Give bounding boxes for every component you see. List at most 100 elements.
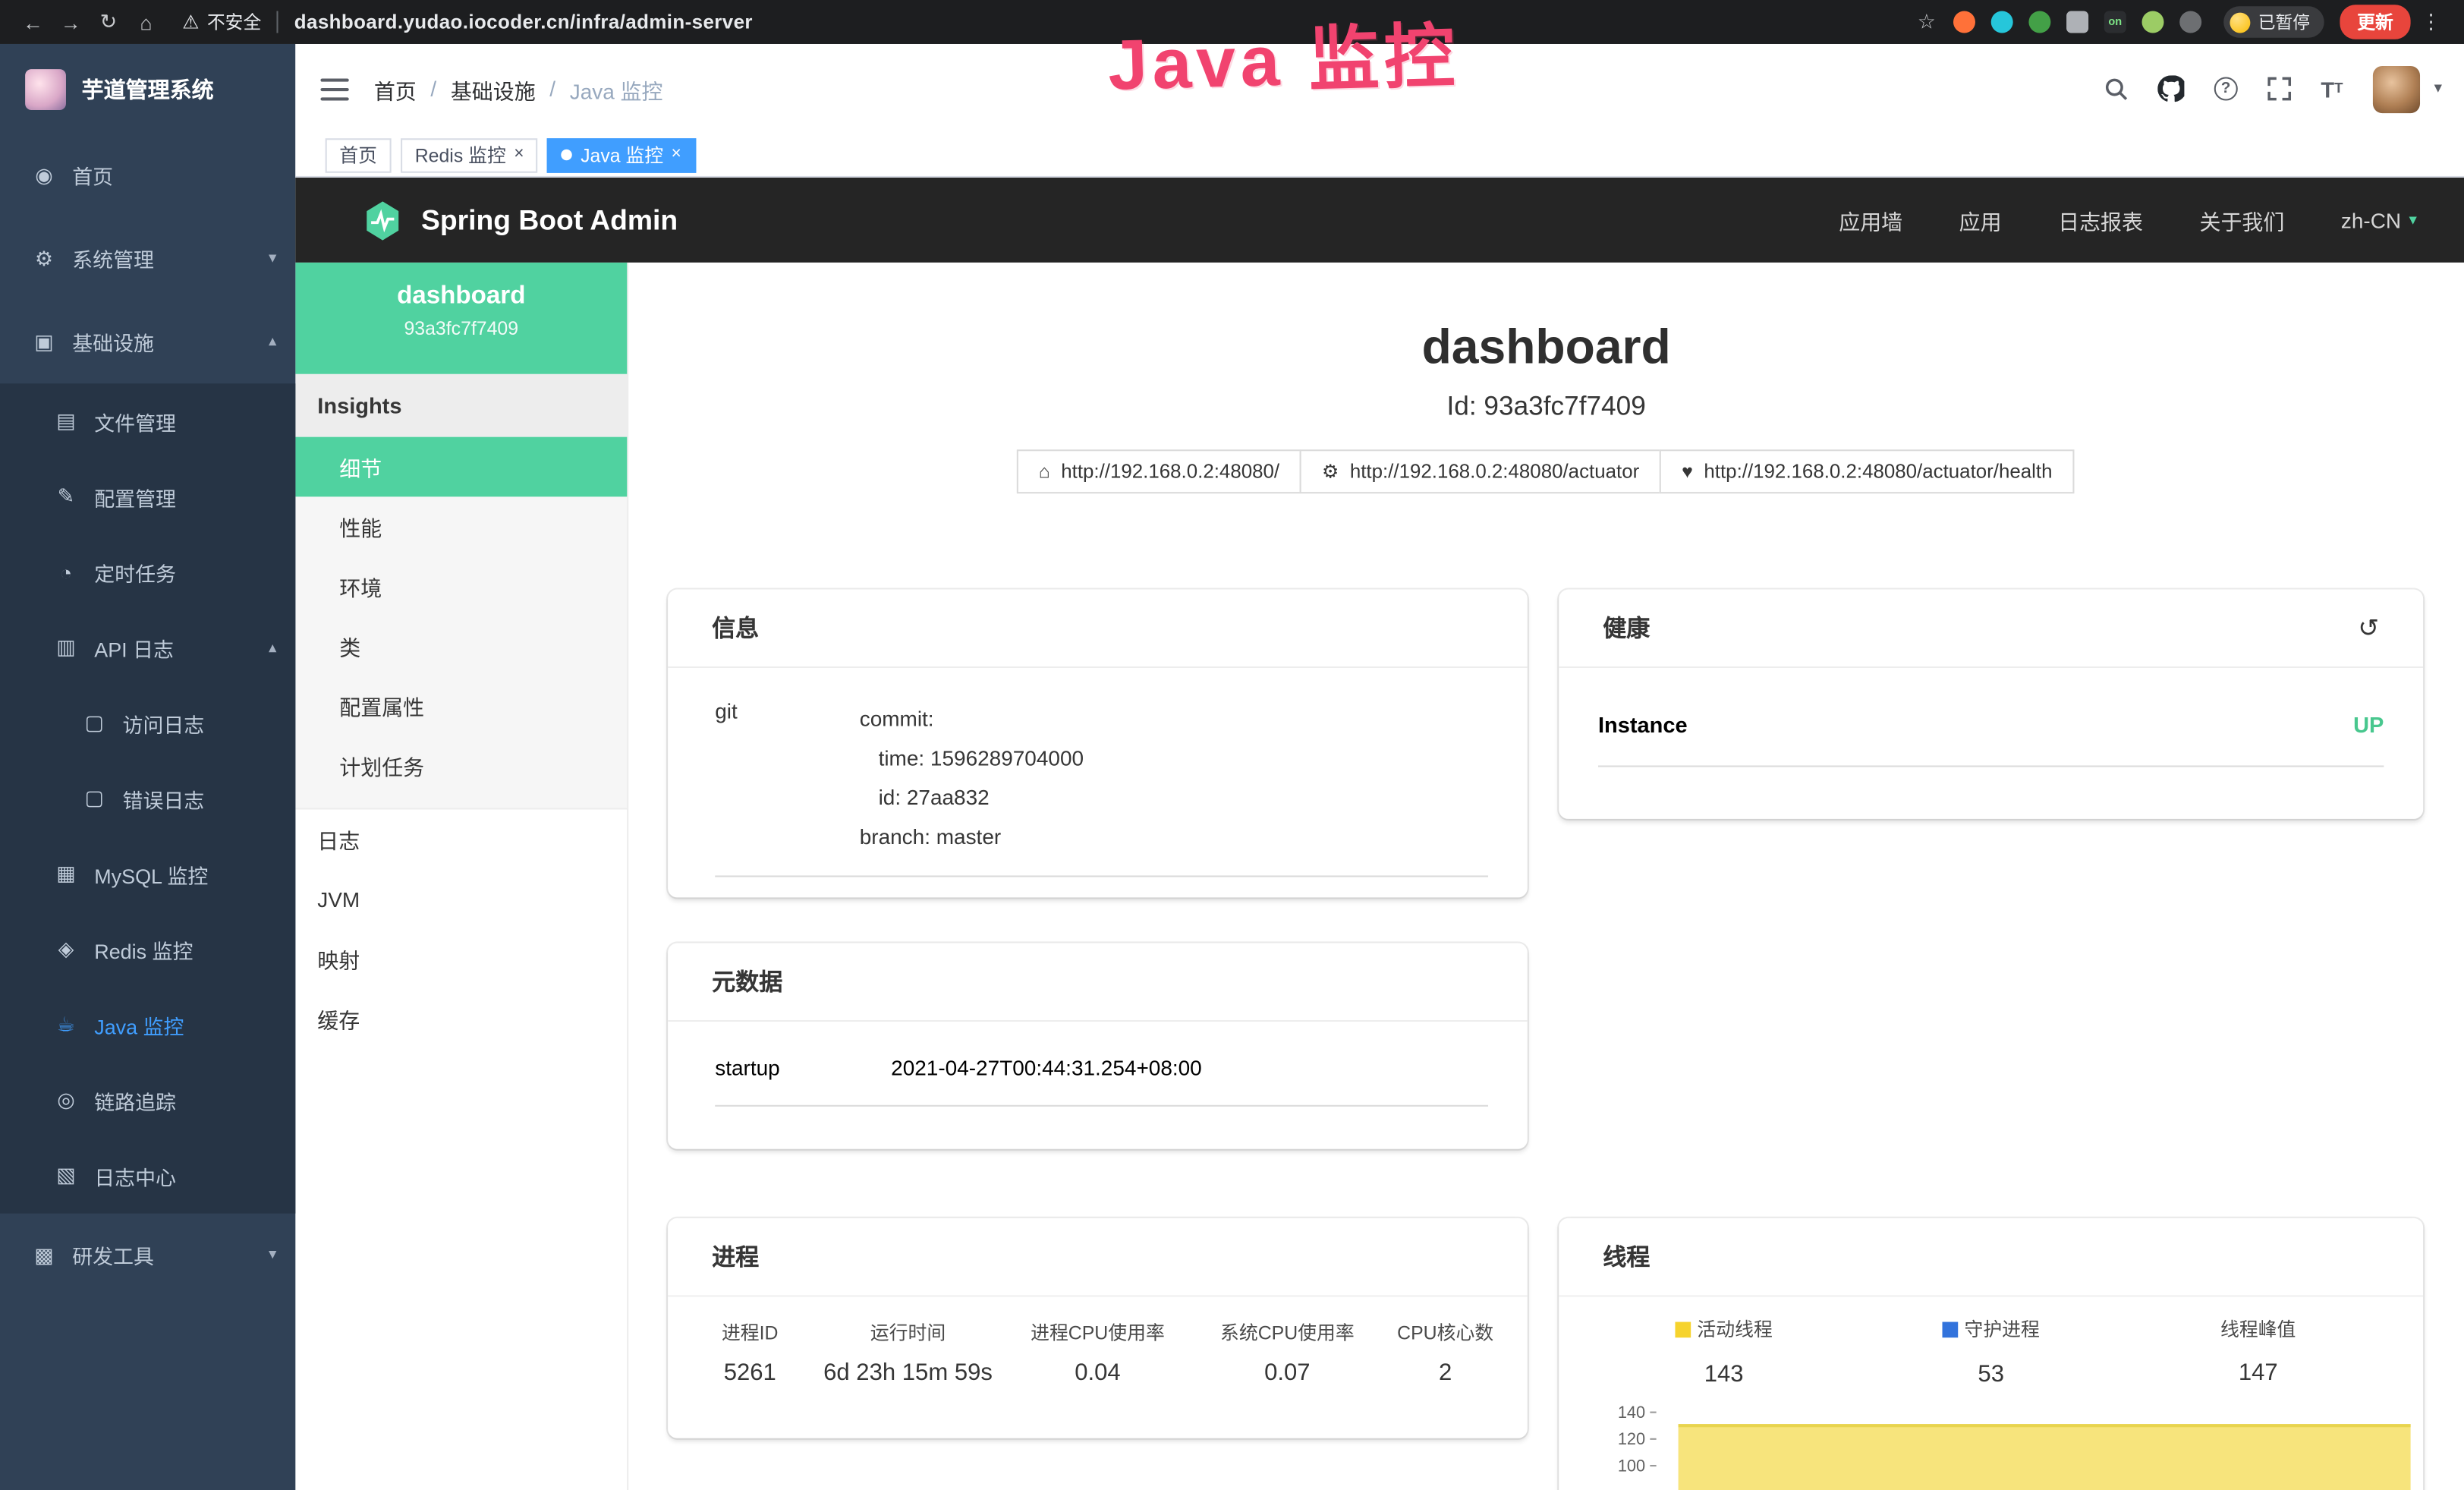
sba-nav-about[interactable]: 关于我们 bbox=[2200, 204, 2285, 235]
insights-label: Insights bbox=[295, 374, 627, 437]
live-threads-area bbox=[1679, 1423, 2411, 1490]
on-badge-extension-icon[interactable]: on bbox=[2104, 11, 2126, 33]
metadata-startup-row: startup 2021-04-27T00:44:31.254+08:00 bbox=[715, 1057, 1488, 1107]
browser-menu-icon[interactable]: ⋮ bbox=[2414, 9, 2449, 34]
sidebar-item-system[interactable]: ⚙ 系统管理 ▾ bbox=[0, 217, 295, 301]
sidebar-item-errorlog[interactable]: ▢ 错误日志 bbox=[0, 761, 295, 836]
sidebar-item-redis[interactable]: ◈ Redis 监控 bbox=[0, 912, 295, 987]
hamburger-icon[interactable] bbox=[320, 78, 348, 100]
back-icon[interactable]: ← bbox=[16, 10, 51, 33]
paused-badge[interactable]: 已暂停 bbox=[2223, 6, 2324, 37]
sba-item-logs[interactable]: 日志 bbox=[295, 809, 627, 869]
info-card-title: 信息 bbox=[668, 590, 1528, 669]
breadcrumb-current: Java 监控 bbox=[570, 73, 663, 104]
sba-nav-journal[interactable]: 日志报表 bbox=[2058, 204, 2143, 235]
sidebar-item-java[interactable]: ☕ Java 监控 bbox=[0, 987, 295, 1062]
url-bar[interactable]: dashboard.yudao.iocoder.cn/infra/admin-s… bbox=[294, 11, 753, 33]
sba-item-metrics[interactable]: 性能 bbox=[295, 496, 627, 556]
info-git-row: git commit: time: 1596289704000 id: 27aa… bbox=[715, 700, 1488, 877]
service-url-link[interactable]: ⌂ http://192.168.0.2:48080/ bbox=[1017, 449, 1301, 493]
health-card: 健康 ↺ Instance UP bbox=[1559, 590, 2423, 819]
sidebar-item-file[interactable]: ▤ 文件管理 bbox=[0, 383, 295, 458]
threads-legend: 活动线程 143 守护进程 53 线程峰值 147 bbox=[1559, 1315, 2423, 1387]
info-card: 信息 git commit: time: 1596289704000 id: 2… bbox=[668, 590, 1528, 898]
bookmark-star-icon[interactable]: ☆ bbox=[1909, 9, 1944, 34]
sidebar-item-accesslog[interactable]: ▢ 访问日志 bbox=[0, 685, 295, 761]
sidebar-item-home[interactable]: ◉ 首页 bbox=[0, 134, 295, 217]
sba-item-details[interactable]: 细节 bbox=[295, 437, 627, 497]
logo-avatar bbox=[25, 68, 66, 109]
breadcrumb-home[interactable]: 首页 bbox=[374, 73, 417, 104]
forward-icon[interactable]: → bbox=[53, 10, 88, 33]
history-icon[interactable]: ↺ bbox=[2358, 613, 2379, 644]
doc-icon: ▢ bbox=[82, 786, 107, 811]
user-avatar[interactable] bbox=[2373, 65, 2420, 112]
update-button[interactable]: 更新 bbox=[2340, 5, 2410, 39]
heartbeat-icon: ♥ bbox=[1682, 461, 1693, 483]
close-icon[interactable]: × bbox=[672, 146, 681, 164]
sba-item-classes[interactable]: 类 bbox=[295, 616, 627, 676]
fox-extension-icon[interactable] bbox=[1953, 11, 1975, 33]
sidebar-item-config[interactable]: ✎ 配置管理 bbox=[0, 459, 295, 534]
sidebar-item-logcenter[interactable]: ▧ 日志中心 bbox=[0, 1138, 295, 1213]
search-icon[interactable] bbox=[2104, 77, 2128, 100]
trace-icon: ◎ bbox=[53, 1088, 78, 1113]
sidebar-item-job[interactable]: ◔ 定时任务 bbox=[0, 534, 295, 610]
clock-icon: ◔ bbox=[53, 560, 78, 584]
sba-item-env[interactable]: 环境 bbox=[295, 556, 627, 616]
tag-java[interactable]: Java 监控 × bbox=[548, 137, 696, 172]
sba-item-configprops[interactable]: 配置属性 bbox=[295, 676, 627, 736]
sba-nav-wall[interactable]: 应用墙 bbox=[1839, 204, 1902, 235]
sba-nav-applications[interactable]: 应用 bbox=[1959, 204, 2002, 235]
tag-redis[interactable]: Redis 监控 × bbox=[401, 137, 538, 172]
edit-icon: ✎ bbox=[53, 484, 78, 509]
app-header: 首页 / 基础设施 / Java 监控 ? TT ▾ bbox=[295, 44, 2464, 134]
page-title: dashboard bbox=[628, 319, 2464, 376]
user-menu-caret-icon[interactable]: ▾ bbox=[2434, 80, 2442, 98]
redis-icon: ◈ bbox=[53, 937, 78, 962]
chevron-down-icon: ▾ bbox=[269, 1246, 276, 1264]
status-badge: UP bbox=[2353, 712, 2384, 737]
drop-extension-icon[interactable] bbox=[1991, 11, 2013, 33]
sidebar-item-trace[interactable]: ◎ 链路追踪 bbox=[0, 1063, 295, 1138]
infra-submenu: ▤ 文件管理 ✎ 配置管理 ◔ 定时任务 ▥ API 日志 ▴ ▢ 访问日志 ▢ bbox=[0, 383, 295, 1213]
browser-home-icon[interactable]: ⌂ bbox=[129, 10, 164, 33]
leaf-extension-icon[interactable] bbox=[2142, 11, 2164, 33]
sba-item-caches[interactable]: 缓存 bbox=[295, 989, 627, 1049]
health-url-link[interactable]: ♥ http://192.168.0.2:48080/actuator/heal… bbox=[1660, 449, 2074, 493]
sba-item-mappings[interactable]: 映射 bbox=[295, 929, 627, 989]
help-icon[interactable]: ? bbox=[2214, 77, 2238, 100]
reload-icon[interactable]: ↻ bbox=[91, 9, 126, 34]
app-title: 芋道管理系统 bbox=[82, 73, 214, 104]
font-size-icon[interactable]: TT bbox=[2321, 78, 2343, 100]
extensions-grid-icon[interactable] bbox=[2066, 11, 2088, 33]
instance-id: 93a3fc7f7409 bbox=[295, 317, 627, 339]
sidebar-item-mysql[interactable]: ▦ MySQL 监控 bbox=[0, 836, 295, 912]
browser-chrome: ← → ↻ ⌂ ⚠ 不安全 dashboard.yudao.iocoder.cn… bbox=[0, 0, 2464, 44]
sidebar-item-devtools[interactable]: ▩ 研发工具 ▾ bbox=[0, 1214, 295, 1297]
actuator-url-link[interactable]: ⚙ http://192.168.0.2:48080/actuator bbox=[1300, 449, 1661, 493]
doc-icon: ▢ bbox=[82, 710, 107, 736]
sba-logo-icon bbox=[361, 199, 404, 241]
paw-extension-icon[interactable] bbox=[2179, 11, 2201, 33]
insights-group: 细节 性能 环境 类 配置属性 计划任务 bbox=[295, 437, 627, 810]
github-icon[interactable] bbox=[2157, 75, 2184, 102]
close-icon[interactable]: × bbox=[514, 146, 524, 164]
app-logo[interactable]: 芋道管理系统 bbox=[0, 44, 295, 134]
security-indicator[interactable]: ⚠ 不安全 bbox=[182, 9, 261, 34]
tag-home[interactable]: 首页 bbox=[326, 137, 392, 172]
instance-header: dashboard 93a3fc7f7409 bbox=[295, 263, 627, 374]
sidebar-item-infra[interactable]: ▣ 基础设施 ▴ bbox=[0, 301, 295, 384]
breadcrumb-infra[interactable]: 基础设施 bbox=[451, 73, 536, 104]
sba-sidebar: dashboard 93a3fc7f7409 Insights 细节 性能 环境… bbox=[295, 263, 628, 1490]
sba-item-jvm[interactable]: JVM bbox=[295, 869, 627, 929]
health-card-title: 健康 bbox=[1603, 612, 1650, 644]
threads-card: 线程 活动线程 143 守护进程 53 线程峰值 147 140 120 100 bbox=[1559, 1218, 2423, 1490]
sba-item-scheduled[interactable]: 计划任务 bbox=[295, 736, 627, 795]
sba-locale-select[interactable]: zh-CN ▾ bbox=[2341, 208, 2417, 232]
health-instance-row: Instance UP bbox=[1598, 712, 2384, 767]
tampermonkey-extension-icon[interactable] bbox=[2028, 11, 2050, 33]
fullscreen-icon[interactable] bbox=[2267, 77, 2291, 100]
instance-name: dashboard bbox=[295, 283, 627, 311]
sidebar-item-apilog[interactable]: ▥ API 日志 ▴ bbox=[0, 610, 295, 685]
